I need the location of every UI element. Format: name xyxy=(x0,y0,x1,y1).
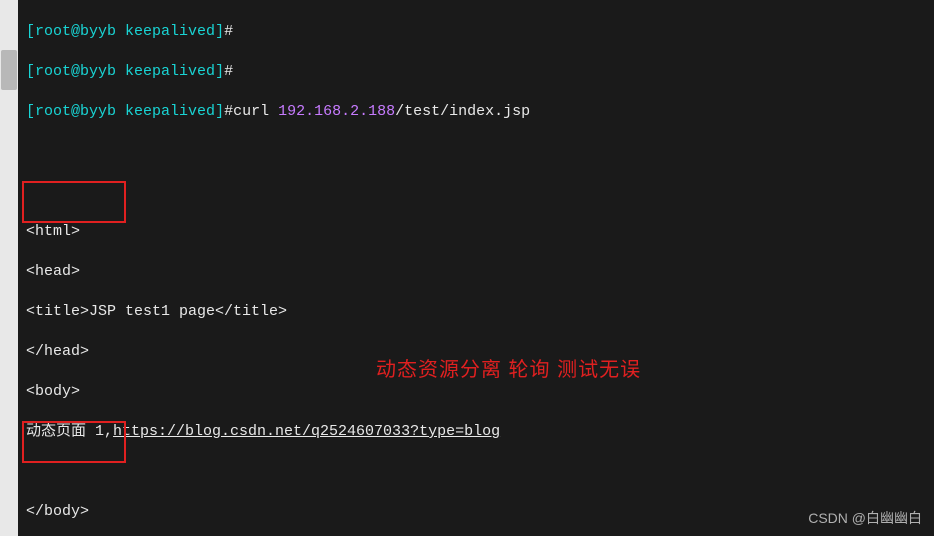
output-line: <title>JSP test1 page</title> xyxy=(26,302,926,322)
blog-url: https://blog.csdn.net/q2524607033?type=b… xyxy=(113,423,500,440)
prompt-userhost: root@byyb xyxy=(35,23,116,40)
output-line: </body> xyxy=(26,502,926,522)
scrollbar-thumb[interactable] xyxy=(1,50,17,90)
prompt-bracket: [ xyxy=(26,23,35,40)
blank-line xyxy=(26,462,926,482)
command-line: [root@byyb keepalived]#curl 192.168.2.18… xyxy=(26,102,926,122)
ip-address: 192.168.2.188 xyxy=(278,103,395,120)
output-line: 动态页面 1,https://blog.csdn.net/q2524607033… xyxy=(26,422,926,442)
output-line: <html> xyxy=(26,222,926,242)
url-path: /test/index.jsp xyxy=(395,103,530,120)
prompt-hash: # xyxy=(224,23,233,40)
output-line: <head> xyxy=(26,262,926,282)
annotation-text: 动态资源分离 轮询 测试无误 xyxy=(376,360,641,380)
prompt-dir: keepalived xyxy=(125,23,215,40)
output-line: <body> xyxy=(26,382,926,402)
prompt-line: [root@byyb keepalived]# xyxy=(26,62,926,82)
prompt-line: [root@byyb keepalived]# xyxy=(26,22,926,42)
terminal[interactable]: [root@byyb keepalived]# [root@byyb keepa… xyxy=(18,0,934,536)
watermark: CSDN @白幽幽白 xyxy=(808,508,922,528)
blank-line xyxy=(26,182,926,202)
blank-line xyxy=(26,142,926,162)
curl-command: curl xyxy=(233,103,278,120)
scrollbar-track[interactable] xyxy=(0,0,18,536)
